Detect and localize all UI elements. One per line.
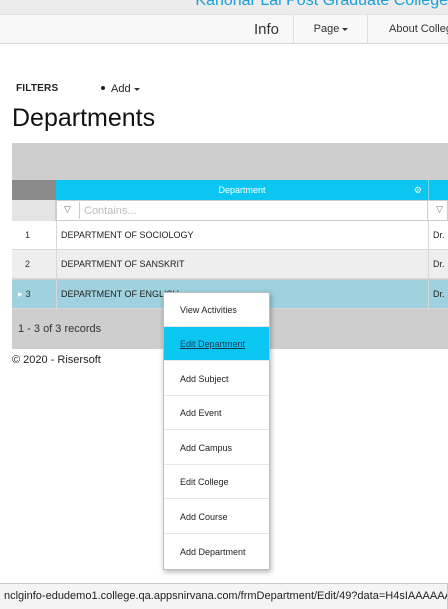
menu-item-add-event[interactable]: Add Event <box>164 396 269 430</box>
triangle-right-icon: ▶ <box>18 291 23 298</box>
row-number: 3 <box>25 289 31 299</box>
extra-cell[interactable]: Dr. <box>428 280 448 308</box>
funnel-icon[interactable]: ▽ <box>436 204 443 215</box>
menu-item-edit-college[interactable]: Edit College <box>164 465 269 499</box>
nav-page-label: Page <box>313 23 340 35</box>
department-filter-input[interactable] <box>79 202 424 219</box>
navbar: Info Page About College <box>0 14 448 44</box>
gear-icon[interactable]: ⚙ <box>414 180 422 200</box>
filter-row-selector <box>12 200 56 221</box>
chevron-down-icon <box>342 27 349 31</box>
copyright: © 2020 - Risersoft <box>12 354 101 366</box>
row-number: 1 <box>25 230 31 240</box>
menu-item-edit-department[interactable]: Edit Department <box>164 327 269 361</box>
nav-page-dropdown[interactable]: Page <box>295 15 368 44</box>
funnel-icon[interactable]: ▽ <box>64 204 71 215</box>
menu-item-add-department[interactable]: Add Department <box>164 535 269 569</box>
filters-label[interactable]: FILTERS <box>16 83 58 94</box>
nav-info-link[interactable]: Info <box>244 15 294 44</box>
row-number-cell: ▶ 3 <box>12 280 56 308</box>
add-dropdown[interactable]: Add <box>101 83 140 95</box>
department-cell[interactable]: DEPARTMENT OF SOCIOLOGY <box>56 221 428 249</box>
college-name: Kanohar Lal Post Graduate College <box>195 0 448 9</box>
extra-cell[interactable]: Dr. <box>428 221 448 249</box>
department-cell[interactable]: DEPARTMENT OF SANSKRIT <box>56 250 428 278</box>
group-by-area[interactable] <box>12 143 448 180</box>
menu-item-add-subject[interactable]: Add Subject <box>164 362 269 396</box>
context-menu: View Activities Edit Department Add Subj… <box>163 292 270 570</box>
menu-item-add-course[interactable]: Add Course <box>164 500 269 534</box>
department-column-label: Department <box>218 185 266 195</box>
extra-cell[interactable]: Dr. <box>428 250 448 278</box>
menu-item-add-campus[interactable]: Add Campus <box>164 431 269 465</box>
grid-filter-row: ▽ ▽ <box>12 200 448 221</box>
nav-about-link[interactable]: About College <box>369 15 448 44</box>
add-label: Add <box>111 83 131 95</box>
page-title: Departments <box>12 104 156 132</box>
department-filter-cell: ▽ <box>56 200 428 221</box>
next-column-filter-cell: ▽ <box>428 200 448 221</box>
chevron-down-icon <box>133 87 140 91</box>
table-row[interactable]: 2 DEPARTMENT OF SANSKRIT Dr. <box>12 250 448 279</box>
department-column-header[interactable]: Department ⚙ <box>56 180 428 200</box>
records-count: 1 - 3 of 3 records <box>18 323 102 335</box>
grid-header-row: Department ⚙ <box>12 180 448 200</box>
next-column-header[interactable] <box>428 180 448 200</box>
row-selector-header <box>12 180 56 200</box>
menu-item-view-activities[interactable]: View Activities <box>164 293 269 327</box>
top-banner: Kanohar Lal Post Graduate College <box>0 0 448 14</box>
row-number: 2 <box>25 259 31 269</box>
status-bar-url: nclginfo-edudemo1.college.qa.appsnirvana… <box>0 583 448 609</box>
bullet-icon <box>101 86 105 91</box>
table-row[interactable]: 1 DEPARTMENT OF SOCIOLOGY Dr. <box>12 221 448 250</box>
